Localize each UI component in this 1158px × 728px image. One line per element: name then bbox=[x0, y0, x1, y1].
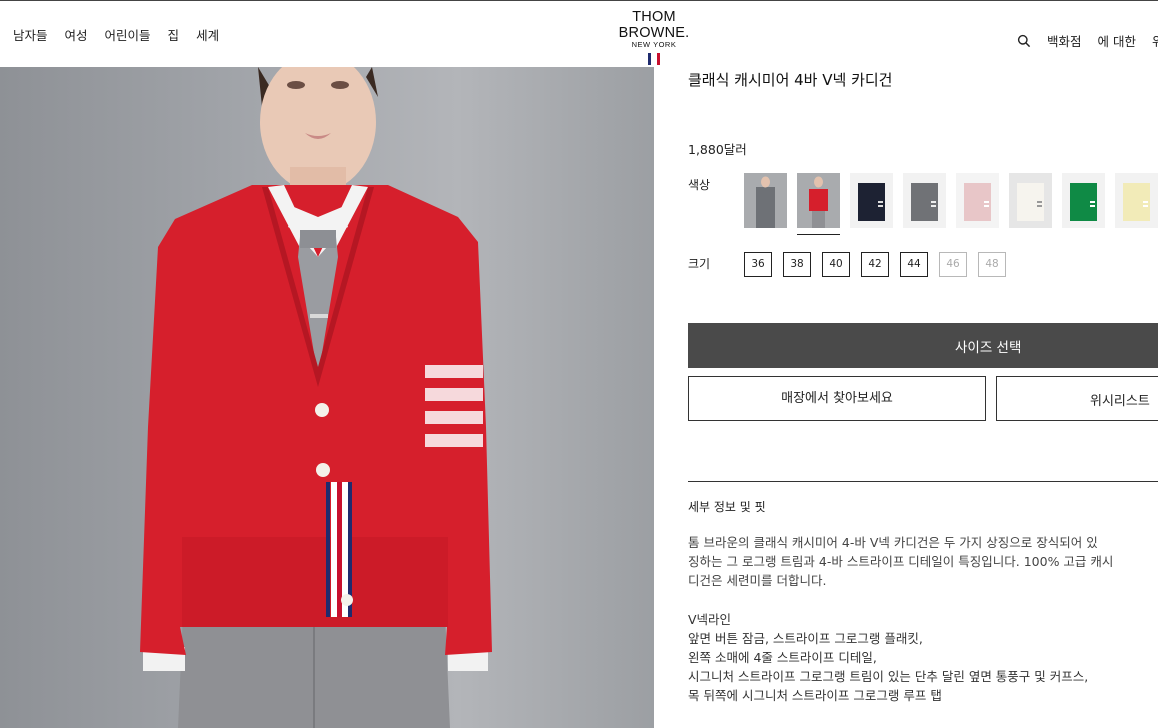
swatch-pink[interactable] bbox=[956, 173, 999, 228]
flag-stripe-red bbox=[657, 53, 661, 65]
wishlist-button[interactable]: 위시리스트 bbox=[996, 376, 1158, 421]
brand-name: THOM BROWNE. bbox=[618, 9, 690, 41]
swatch-yellow[interactable] bbox=[1115, 173, 1158, 228]
flag-icon bbox=[648, 53, 661, 65]
product-price: 1,880달러 bbox=[688, 142, 747, 157]
swatch-white-thumb bbox=[1009, 173, 1052, 228]
size-label: 크기 bbox=[688, 257, 711, 271]
nav-item-kids[interactable]: 어린이들 bbox=[105, 25, 151, 44]
swatch-red[interactable] bbox=[797, 173, 840, 235]
swatch-red-thumb bbox=[797, 173, 840, 228]
description-line: 징하는 그 로그랭 트림과 4-바 스트라이프 디테일이 특징입니다. 100%… bbox=[688, 554, 1114, 569]
utility-nav: 백화점 에 대한 위 bbox=[1017, 31, 1158, 50]
size-options: 36 38 40 42 44 46 48 bbox=[744, 252, 1017, 277]
flag-stripe-navy bbox=[648, 53, 651, 65]
swatch-white[interactable] bbox=[1009, 173, 1052, 228]
swatch-grey-suit[interactable] bbox=[744, 173, 787, 228]
flag-stripe-white bbox=[652, 53, 656, 65]
nav-item-men[interactable]: 남자들 bbox=[13, 25, 48, 44]
swatch-green[interactable] bbox=[1062, 173, 1105, 228]
size-option-42[interactable]: 42 bbox=[861, 252, 889, 277]
color-swatches bbox=[744, 173, 1158, 235]
top-border bbox=[0, 0, 1158, 1]
color-label: 색상 bbox=[688, 178, 711, 192]
feature-list: V넥라인 앞면 버튼 잠금, 스트라이프 그로그랭 플래킷, 왼쪽 소매에 4줄… bbox=[688, 610, 1158, 705]
size-option-44[interactable]: 44 bbox=[900, 252, 928, 277]
size-option-46[interactable]: 46 bbox=[939, 252, 967, 277]
size-option-38[interactable]: 38 bbox=[783, 252, 811, 277]
select-size-label: 사이즈 선택 bbox=[955, 340, 1022, 356]
swatch-navy-thumb bbox=[850, 173, 893, 228]
size-option-36[interactable]: 36 bbox=[744, 252, 772, 277]
section-divider bbox=[688, 481, 1158, 482]
details-section-title[interactable]: 세부 정보 및 핏 bbox=[688, 498, 766, 515]
search-icon[interactable] bbox=[1017, 34, 1031, 48]
model-illustration bbox=[140, 67, 492, 728]
size-option-48[interactable]: 48 bbox=[978, 252, 1006, 277]
swatch-yellow-thumb bbox=[1115, 173, 1158, 228]
feature-item: 앞면 버튼 잠금, 스트라이프 그로그랭 플래킷, bbox=[688, 631, 923, 646]
nav-item-women[interactable]: 여성 bbox=[65, 25, 88, 44]
swatch-green-thumb bbox=[1062, 173, 1105, 228]
product-title: 클래식 캐시미어 4바 V넥 카디건 bbox=[688, 71, 893, 89]
wishlist-label: 위시리스트 bbox=[1090, 394, 1150, 409]
swatch-grey-thumb bbox=[903, 173, 946, 228]
feature-item: 시그니처 스트라이프 그로그랭 트림이 있는 단추 달린 옆면 통풍구 및 커프… bbox=[688, 669, 1089, 684]
nav-item-wishlist[interactable]: 위 bbox=[1152, 31, 1158, 50]
nav-item-home[interactable]: 집 bbox=[168, 25, 180, 44]
nav-item-world[interactable]: 세계 bbox=[196, 25, 219, 44]
size-option-40[interactable]: 40 bbox=[822, 252, 850, 277]
feature-item: V넥라인 bbox=[688, 612, 732, 627]
nav-item-stores[interactable]: 백화점 bbox=[1047, 31, 1082, 50]
brand-subtitle: NEW YORK bbox=[631, 40, 677, 49]
main-nav: 남자들 여성 어린이들 집 세계 bbox=[13, 25, 236, 44]
swatch-navy[interactable] bbox=[850, 173, 893, 228]
swatch-grey-suit-thumb bbox=[744, 173, 787, 228]
brand-logo[interactable]: THOM BROWNE. NEW YORK bbox=[598, 9, 710, 65]
select-size-button[interactable]: 사이즈 선택 bbox=[688, 323, 1158, 368]
swatch-grey[interactable] bbox=[903, 173, 946, 228]
description-line: 톰 브라운의 클래식 캐시미어 4-바 V넥 카디건은 두 가지 상징으로 장식… bbox=[688, 535, 1098, 550]
nav-item-about[interactable]: 에 대한 bbox=[1098, 31, 1136, 50]
description-line: 디건은 세련미를 더합니다. bbox=[688, 573, 827, 588]
feature-item: 왼쪽 소매에 4줄 스트라이프 디테일, bbox=[688, 650, 877, 665]
swatch-pink-thumb bbox=[956, 173, 999, 228]
product-image[interactable] bbox=[0, 67, 654, 728]
find-in-store-button[interactable]: 매장에서 찾아보세요 bbox=[688, 376, 986, 421]
product-description: 톰 브라운의 클래식 캐시미어 4-바 V넥 카디건은 두 가지 상징으로 장식… bbox=[688, 533, 1158, 590]
feature-item: 목 뒤쪽에 시그니처 스트라이프 그로그랭 루프 탭 bbox=[688, 688, 942, 703]
